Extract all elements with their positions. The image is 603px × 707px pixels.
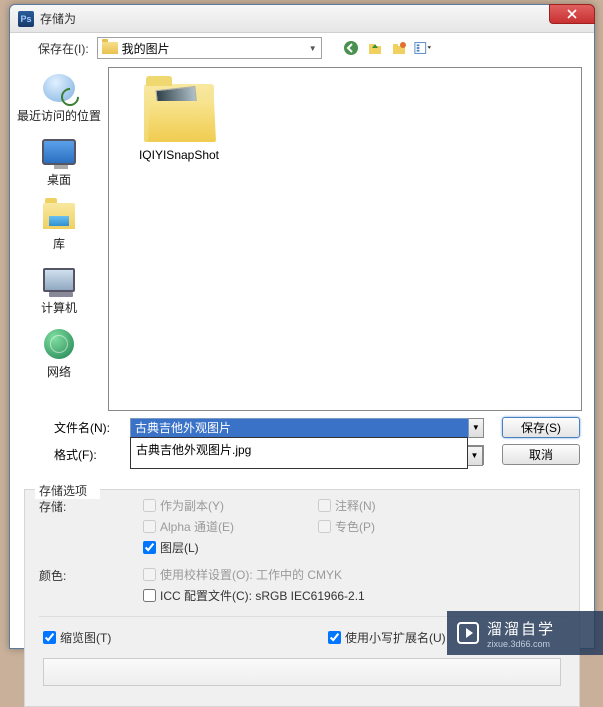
folder-icon: [102, 42, 118, 54]
fields-area: 文件名(N): ▼ 古典吉他外观图片.jpg 保存(S) 格式(F): ▼ 取消: [10, 415, 594, 479]
place-label: 计算机: [41, 299, 77, 316]
chk-proof: 使用校样设置(O): 工作中的 CMYK: [143, 566, 565, 583]
save-options-panel: 存储选项 存储: 作为副本(Y) 注释(N) Alpha 通道(E) 专色(P)…: [24, 489, 580, 707]
chevron-down-icon[interactable]: ▼: [469, 418, 484, 438]
chk-as-copy: 作为副本(Y): [143, 497, 318, 514]
place-desktop[interactable]: 桌面: [14, 133, 104, 191]
computer-icon: [43, 268, 75, 292]
color-options-label: 颜色:: [39, 566, 143, 608]
places-bar: 最近访问的位置 桌面 库 计算机 网络: [10, 63, 108, 415]
place-libraries[interactable]: 库: [14, 197, 104, 255]
save-as-dialog: Ps 存储为 保存在(I): 我的图片 ▼: [9, 4, 595, 649]
chevron-down-icon[interactable]: ▼: [467, 446, 483, 466]
watermark-text: 溜溜自学: [487, 618, 555, 639]
chk-layers[interactable]: 图层(L): [143, 539, 318, 556]
chevron-down-icon: ▼: [309, 44, 317, 53]
place-label: 库: [53, 235, 65, 252]
save-options-label: 存储:: [39, 497, 143, 560]
folder-name: IQIYISnapShot: [139, 148, 219, 162]
back-icon[interactable]: [342, 39, 360, 57]
up-one-level-icon[interactable]: [366, 39, 384, 57]
desktop-icon: [42, 139, 76, 165]
chk-alpha: Alpha 通道(E): [143, 518, 318, 535]
place-recent[interactable]: 最近访问的位置: [14, 69, 104, 127]
place-network[interactable]: 网络: [14, 325, 104, 383]
folder-item[interactable]: IQIYISnapShot: [119, 78, 239, 162]
info-strip: [43, 658, 561, 686]
place-label: 桌面: [47, 171, 71, 188]
place-computer[interactable]: 计算机: [14, 261, 104, 319]
file-listing[interactable]: IQIYISnapShot: [108, 67, 582, 411]
nav-toolbar: [342, 39, 432, 57]
chk-notes: 注释(N): [318, 497, 493, 514]
cancel-button[interactable]: 取消: [502, 444, 580, 465]
close-icon: [567, 9, 577, 19]
new-folder-icon[interactable]: [390, 39, 408, 57]
play-icon: [457, 622, 479, 644]
chk-icc-profile[interactable]: ICC 配置文件(C): sRGB IEC61966-2.1: [143, 587, 565, 604]
format-label: 格式(F):: [54, 446, 120, 463]
location-text: 我的图片: [122, 40, 170, 57]
close-button[interactable]: [549, 4, 595, 24]
watermark: 溜溜自学 zixue.3d66.com: [447, 611, 603, 655]
chk-spot: 专色(P): [318, 518, 493, 535]
filename-suggestion-item[interactable]: 古典吉他外观图片.jpg: [136, 443, 251, 457]
filename-input[interactable]: [130, 418, 469, 438]
options-title: 存储选项: [35, 482, 100, 499]
view-menu-icon[interactable]: [414, 39, 432, 57]
filename-suggestion-list[interactable]: 古典吉他外观图片.jpg: [130, 437, 468, 469]
save-button[interactable]: 保存(S): [502, 417, 580, 438]
libraries-icon: [43, 203, 75, 229]
chk-thumbnail[interactable]: 缩览图(T): [43, 629, 218, 646]
network-icon: [44, 329, 74, 359]
location-bar: 保存在(I): 我的图片 ▼: [10, 33, 594, 63]
folder-icon: [140, 78, 218, 142]
save-in-label: 保存在(I):: [38, 40, 89, 57]
place-label: 最近访问的位置: [17, 107, 101, 124]
window-title: 存储为: [40, 10, 76, 27]
watermark-url: zixue.3d66.com: [487, 639, 555, 649]
app-icon: Ps: [18, 11, 34, 27]
body-row: 最近访问的位置 桌面 库 计算机 网络: [10, 63, 594, 415]
place-label: 网络: [47, 363, 71, 380]
location-combo[interactable]: 我的图片 ▼: [97, 37, 322, 59]
filename-label: 文件名(N):: [54, 419, 120, 436]
recent-icon: [43, 74, 75, 102]
titlebar[interactable]: Ps 存储为: [10, 5, 594, 33]
